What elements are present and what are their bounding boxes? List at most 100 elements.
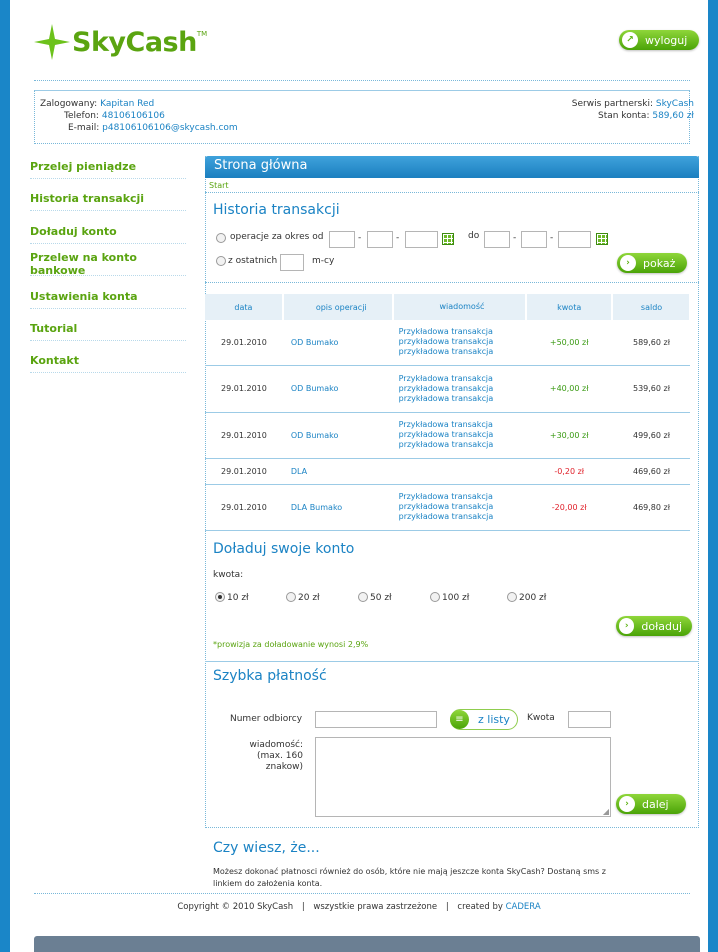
account-info-left: Zalogowany: Kapitan Red Telefon: 4810610… [40, 98, 238, 134]
topup-option-label: 200 zł [519, 593, 547, 603]
row-date: 29.01.2010 [205, 458, 283, 485]
row-desc[interactable]: DLA [282, 458, 393, 485]
logged-label: Zalogowany: [40, 99, 98, 109]
date-from-year[interactable] [405, 231, 438, 248]
arrow-right-icon: › [620, 255, 636, 271]
row-desc[interactable]: OD Bumako [282, 320, 393, 366]
sidebar-item-topup[interactable]: Doładuj konto [30, 220, 186, 244]
topup-option-10[interactable] [215, 592, 225, 602]
recipient-label: Numer odbiorcy [230, 714, 303, 724]
date-from-day[interactable] [329, 231, 355, 248]
topup-button[interactable]: › doładuj [616, 616, 692, 636]
message-textarea[interactable]: ◢ [315, 737, 611, 817]
logo-text: SkyCash [72, 26, 197, 58]
calendar-icon[interactable] [596, 233, 608, 245]
topup-button-label: doładuj [641, 619, 682, 633]
divider [205, 282, 699, 283]
sidebar-item-tutorial[interactable]: Tutorial [30, 317, 186, 341]
table-row: 29.01.2010 DLA -0,20 zł 469,60 zł [205, 458, 690, 485]
table-row: 29.01.2010 OD Bumako Przykładowa transak… [205, 365, 690, 413]
didyouknow-title: Czy wiesz, że... [213, 840, 320, 856]
row-balance: 589,60 zł [612, 320, 690, 366]
calendar-icon[interactable] [442, 233, 454, 245]
footer: Copyright © 2010 SkyCash | wszystkie pra… [177, 902, 541, 912]
from-list-button[interactable]: ≡ z listy [450, 709, 518, 730]
from-list-label: z listy [478, 713, 510, 726]
col-msg[interactable]: wiadomość [392, 294, 528, 320]
months-input[interactable] [280, 254, 304, 271]
phone-label: Telefon: [64, 111, 99, 121]
sidebar-item-transfer[interactable]: Przelej pieniądze [30, 155, 186, 179]
row-amount: -20,00 zł [526, 484, 613, 531]
page-title: Strona główna [214, 158, 308, 173]
date-sep: - [358, 233, 362, 243]
date-sep: - [550, 233, 554, 243]
date-to-year[interactable] [558, 231, 591, 248]
arrow-icon: ↗ [622, 32, 638, 48]
phone-value: 48106106106 [101, 111, 165, 121]
col-date[interactable]: data [205, 294, 284, 320]
partner-value[interactable]: SkyCash [656, 99, 694, 109]
email-value[interactable]: p48106106106@skycash.com [102, 123, 238, 133]
divider [34, 893, 690, 894]
sidebar-item-contact[interactable]: Kontakt [30, 349, 186, 373]
logout-button[interactable]: ↗ wyloguj [619, 30, 699, 50]
col-amount[interactable]: kwota [526, 294, 614, 320]
didyouknow-text: Możesz dokonać płatnosci również do osób… [213, 867, 606, 888]
email-label: E-mail: [68, 123, 100, 133]
quickpay-amount-input[interactable] [568, 711, 611, 728]
recipient-input[interactable] [315, 711, 437, 728]
next-button[interactable]: › dalej [616, 794, 686, 814]
cadera-link[interactable]: CADERA [506, 902, 541, 912]
date-to-day[interactable] [484, 231, 510, 248]
date-from-month[interactable] [367, 231, 393, 248]
arrow-right-icon: › [619, 796, 635, 812]
topup-option-label: 50 zł [370, 593, 392, 603]
row-msg: Przykładowa transakcja przykładowa transa… [392, 365, 527, 413]
row-amount: +50,00 zł [526, 320, 613, 366]
col-desc[interactable]: opis operacji [282, 294, 394, 320]
row-amount: +40,00 zł [526, 365, 613, 413]
logout-label: wyloguj [645, 33, 688, 47]
footer-bar [34, 936, 700, 952]
message-label: wiadomość: (max. 160 znakow) [249, 740, 303, 772]
table-row: 29.01.2010 DLA Bumako Przykładowa transa… [205, 484, 690, 531]
logged-value: Kapitan Red [100, 99, 155, 109]
range-radio[interactable] [216, 233, 226, 243]
row-desc[interactable]: OD Bumako [282, 412, 393, 459]
row-desc[interactable]: OD Bumako [282, 365, 393, 413]
topup-title: Doładuj swoje konto [213, 541, 355, 557]
skycash-logo[interactable]: SkyCash TM [34, 22, 207, 62]
row-date: 29.01.2010 [205, 484, 283, 531]
row-balance: 469,60 zł [612, 458, 690, 485]
sidebar-item-history[interactable]: Historia transakcji [30, 187, 186, 211]
topup-note: *prowizja za doładowanie wynosi 2,9% [213, 640, 369, 649]
topup-option-20[interactable] [286, 592, 296, 602]
row-amount: -0,20 zł [526, 458, 613, 485]
topup-option-label: 100 zł [442, 593, 470, 603]
show-button[interactable]: › pokaż [617, 253, 687, 273]
breadcrumb[interactable]: Start [209, 181, 229, 190]
divider [34, 80, 690, 81]
months-label: m-cy [312, 256, 335, 266]
sidebar-item-settings[interactable]: Ustawienia konta [30, 285, 186, 309]
row-msg [392, 458, 527, 485]
row-desc[interactable]: DLA Bumako [282, 484, 393, 531]
col-balance[interactable]: saldo [612, 294, 691, 320]
row-date: 29.01.2010 [205, 365, 283, 413]
topup-option-label: 20 zł [298, 593, 320, 603]
date-to-month[interactable] [521, 231, 547, 248]
topup-option-label: 10 zł [227, 593, 249, 603]
row-date: 29.01.2010 [205, 320, 283, 366]
topup-option-100[interactable] [430, 592, 440, 602]
resize-handle-icon[interactable]: ◢ [603, 807, 609, 816]
next-label: dalej [642, 797, 669, 811]
row-msg: Przykładowa transakcja przykładowa transa… [392, 412, 527, 459]
last-months-radio[interactable] [216, 256, 226, 266]
topup-option-50[interactable] [358, 592, 368, 602]
sidebar-item-bank-transfer[interactable]: Przelew na konto bankowe [30, 251, 186, 277]
topup-option-200[interactable] [507, 592, 517, 602]
logo-tm: TM [196, 30, 208, 38]
balance-label: Stan konta: [597, 111, 650, 121]
quickpay-title: Szybka płatność [213, 668, 327, 684]
